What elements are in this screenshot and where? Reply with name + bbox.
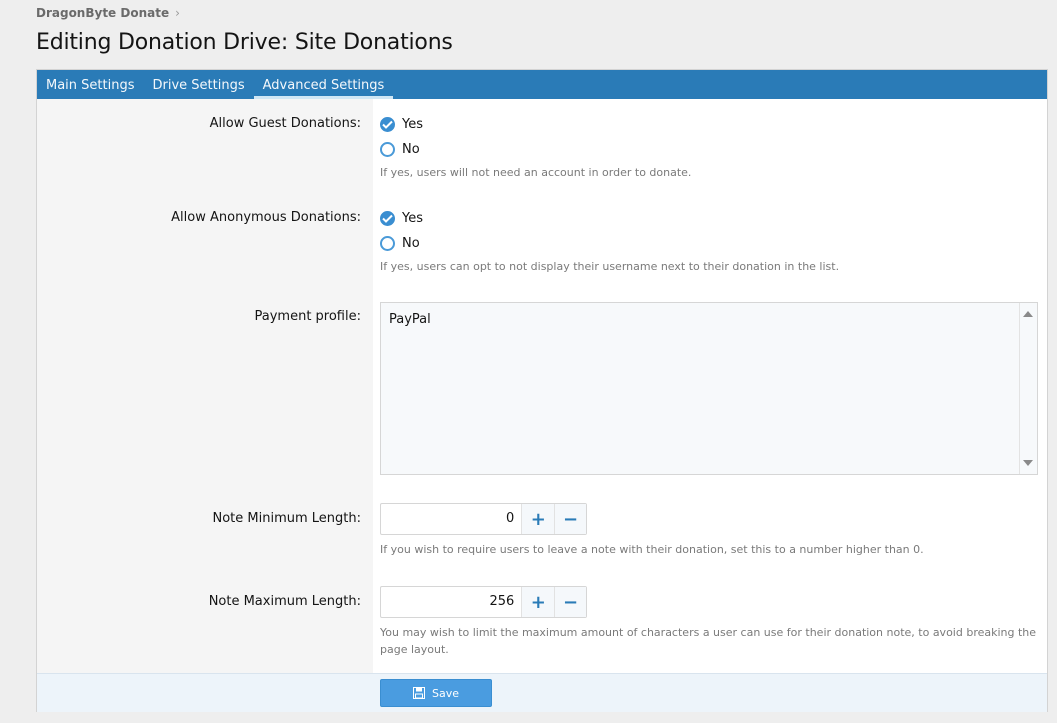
payment-profile-control: PayPal	[380, 302, 1038, 475]
save-icon	[412, 687, 425, 699]
anonymous-yes-label: Yes	[402, 211, 423, 226]
note-min-control: 0 + − If you wish to require users to le…	[380, 503, 924, 558]
anonymous-donations-hint: If yes, users can opt to not display the…	[380, 260, 840, 273]
breadcrumb-link[interactable]: DragonByte Donate	[36, 6, 169, 20]
radio-unchecked-icon	[380, 236, 395, 251]
save-label: Save	[431, 686, 459, 700]
scroll-up-icon[interactable]	[1023, 311, 1033, 317]
plus-icon[interactable]: +	[522, 587, 555, 617]
tab-main-settings[interactable]: Main Settings	[37, 70, 144, 99]
anonymous-no-radio[interactable]: No	[380, 231, 839, 256]
payment-profile-label: Payment profile:	[254, 309, 362, 324]
note-max-stepper: 256 + −	[380, 586, 587, 618]
radio-checked-icon	[380, 211, 395, 226]
minus-icon[interactable]: −	[554, 504, 586, 534]
anonymous-no-label: No	[402, 236, 420, 251]
note-min-hint: If you wish to require users to leave a …	[380, 543, 924, 556]
anonymous-donations-control: Yes No If yes, users can opt to not disp…	[380, 206, 839, 275]
anonymous-donations-label: Allow Anonymous Donations:	[171, 210, 361, 225]
guest-no-radio[interactable]: No	[380, 137, 691, 162]
note-min-input[interactable]: 0	[381, 504, 523, 534]
form-footer: Save	[37, 673, 1047, 712]
plus-icon[interactable]: +	[522, 504, 555, 534]
note-min-stepper: 0 + −	[380, 503, 587, 535]
breadcrumb: DragonByte Donate ›	[36, 6, 180, 20]
guest-no-label: No	[402, 142, 420, 157]
note-max-control: 256 + − You may wish to limit the maximu…	[380, 586, 1040, 658]
tab-drive-settings[interactable]: Drive Settings	[144, 70, 254, 99]
tab-bar: Main Settings Drive Settings Advanced Se…	[37, 70, 1047, 99]
guest-yes-radio[interactable]: Yes	[380, 112, 691, 137]
guest-yes-label: Yes	[402, 117, 423, 132]
save-button[interactable]: Save	[380, 679, 492, 707]
radio-unchecked-icon	[380, 142, 395, 157]
page-title: Editing Donation Drive: Site Donations	[36, 30, 453, 55]
guest-donations-label: Allow Guest Donations:	[209, 116, 361, 131]
note-min-label: Note Minimum Length:	[212, 511, 361, 526]
note-max-label: Note Maximum Length:	[208, 594, 361, 609]
payment-option[interactable]: PayPal	[389, 312, 431, 327]
tab-advanced-settings[interactable]: Advanced Settings	[253, 70, 394, 99]
form-panel: Main Settings Drive Settings Advanced Se…	[36, 69, 1048, 712]
select-scrollbar[interactable]	[1019, 303, 1037, 474]
note-max-input[interactable]: 256	[381, 587, 523, 617]
note-max-hint: You may wish to limit the maximum amount…	[380, 626, 1037, 656]
guest-donations-hint: If yes, users will not need an account i…	[380, 166, 692, 179]
chevron-right-icon: ›	[175, 6, 180, 20]
payment-profile-select[interactable]: PayPal	[380, 302, 1038, 475]
radio-checked-icon	[380, 117, 395, 132]
form-area: Allow Guest Donations: Yes No If yes, us…	[37, 99, 1047, 673]
guest-donations-control: Yes No If yes, users will not need an ac…	[380, 112, 691, 181]
anonymous-yes-radio[interactable]: Yes	[380, 206, 839, 231]
scroll-down-icon[interactable]	[1023, 460, 1033, 466]
minus-icon[interactable]: −	[554, 587, 586, 617]
